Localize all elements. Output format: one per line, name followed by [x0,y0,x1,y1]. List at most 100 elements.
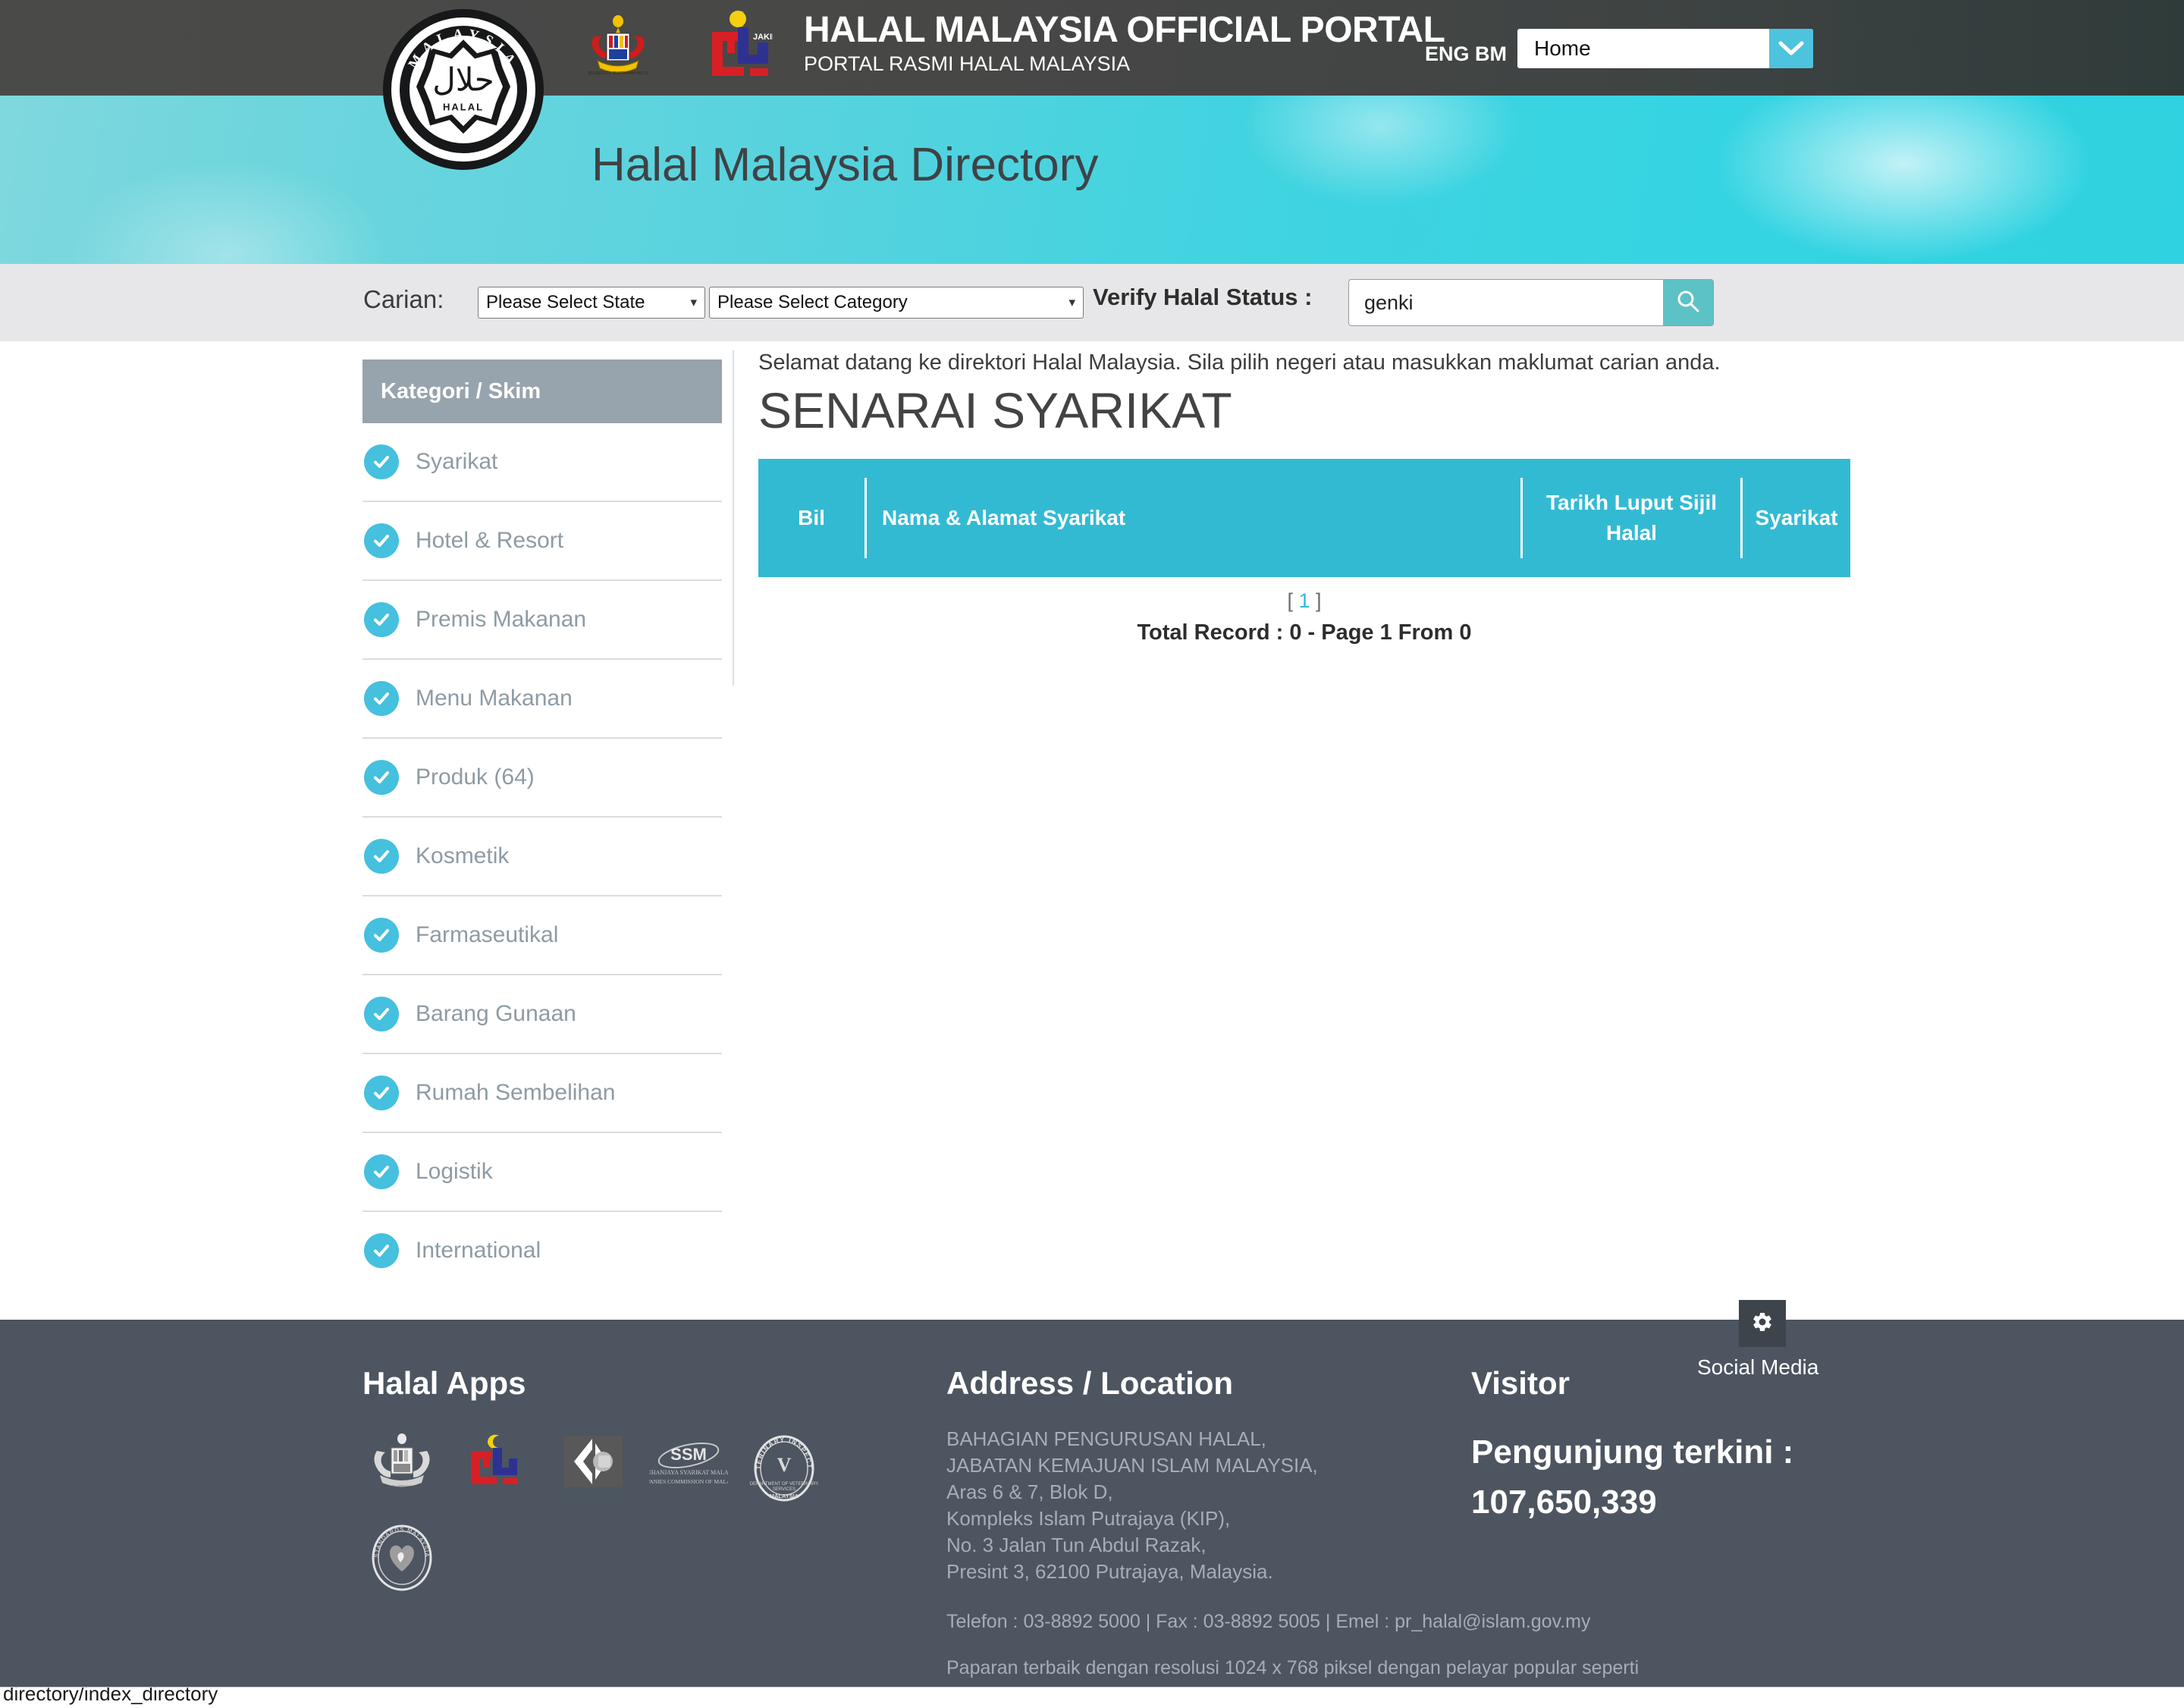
check-circle-icon [364,1233,399,1268]
standards-malaysia-logo[interactable]: STANDARDS MALAYSIA [362,1521,441,1594]
pagination: [ 1 ] [758,589,1850,613]
svg-text:JAKIM: JAKIM [753,33,773,42]
sidebar-item-logistik[interactable]: Logistik [362,1133,722,1212]
search-input[interactable] [1349,280,1663,325]
main-nav-select[interactable]: Home [1517,29,1813,68]
svg-text:BERSEKUTU BERTAMBAH MUTU: BERSEKUTU BERTAMBAH MUTU [588,71,648,76]
svg-text:MALAYSIA: MALAYSIA [770,1493,799,1499]
sidebar-item-label: Rumah Sembelihan [416,1080,616,1105]
welcome-message: Selamat datang ke direktori Halal Malays… [758,350,1721,375]
ssm-logo[interactable]: SSM SURUHANJAYA SYARIKAT MALAYSIA COMPAN… [649,1432,728,1491]
halal-mark-logo[interactable] [554,1432,632,1491]
halal-search-box [1348,279,1714,326]
address-line: Aras 6 & 7, Blok D, [946,1480,1113,1503]
visitor-label: Pengunjung terkini : [1471,1433,1794,1471]
footer-browser-text: Paparan terbaik dengan resolusi 1024 x 7… [946,1657,1640,1678]
pager-bracket-close: ] [1316,589,1322,612]
category-select[interactable]: Please Select Category ▾ [709,287,1084,319]
sidebar-item-label: International [416,1238,541,1263]
check-circle-icon [364,523,399,558]
search-toolbar [0,264,2184,341]
check-circle-icon [364,1075,399,1110]
svg-text:SURUHANJAYA SYARIKAT MALAYSIA: SURUHANJAYA SYARIKAT MALAYSIA [649,1469,728,1476]
state-select-value: Please Select State [486,292,645,312]
status-bar-url: directory/index_directory [3,1687,218,1705]
carian-label: Carian: [363,285,444,313]
content-vertical-divider [733,350,734,686]
column-header-nama-alamat: Nama & Alamat Syarikat [864,478,1520,558]
gear-icon [1751,1311,1774,1337]
sidebar-item-label: Farmaseutikal [416,922,559,947]
page-banner-title: Halal Malaysia Directory [592,139,1099,191]
sidebar-item-international[interactable]: International [362,1212,722,1289]
footer-halal-apps-heading: Halal Apps [362,1365,526,1401]
search-button[interactable] [1663,280,1713,325]
category-select-value: Please Select Category [717,292,908,312]
top-header-bar: MALAYSIA حلال HALAL BERSEKUTU BERTAMBAH … [0,0,2184,170]
footer-address-heading: Address / Location [946,1365,1234,1401]
language-switcher[interactable]: ENG BM [1425,42,1507,66]
seal-latin-text: HALAL [442,101,485,113]
footer-visitor-heading: Visitor [1471,1365,1570,1401]
page-title: SENARAI SYARIKAT [758,382,1232,438]
chevron-down-icon[interactable] [1769,29,1813,68]
sidebar-item-premis-makanan[interactable]: Premis Makanan [362,581,722,660]
sidebar-item-label: Kosmetik [416,843,510,868]
check-circle-icon [364,918,399,953]
lang-bm-link[interactable]: BM [1475,42,1507,65]
footer-address-lines: BAHAGIAN PENGURUSAN HALAL, JABATAN KEMAJU… [946,1426,1508,1585]
svg-text:V: V [777,1454,792,1476]
address-line: Presint 3, 62100 Putrajaya, Malaysia. [946,1560,1273,1583]
seal-arabic-text: حلال [432,61,494,99]
portal-title: HALAL MALAYSIA OFFICIAL PORTAL [804,10,1445,50]
check-circle-icon [364,602,399,637]
browser-status-bar: directory/index_directory [0,1687,2184,1708]
veterinary-inspected-logo[interactable]: V VETERINARY INSPECTED DEPARTMENT OF VET… [745,1432,824,1505]
visitor-count: 107,650,339 [1471,1484,1657,1521]
check-circle-icon [364,997,399,1031]
sidebar-item-produk-64[interactable]: Produk (64) [362,739,722,818]
footer-browser-line: Paparan terbaik dengan resolusi 1024 x 7… [946,1657,1639,1679]
svg-text:SSM: SSM [670,1445,707,1464]
svg-text:BERSEKUTU BERTAMBAH MUTU: BERSEKUTU BERTAMBAH MUTU [378,1484,426,1488]
pager-page-1[interactable]: 1 [1298,589,1310,612]
results-table-header: Bil Nama & Alamat Syarikat Tarikh Luput … [758,459,1850,577]
lang-eng-link[interactable]: ENG [1425,42,1470,65]
footer-visitor-column: Visitor Pengunjung terkini : 107,650,339 [1471,1365,1896,1527]
jakim-logo[interactable] [458,1432,537,1491]
check-circle-icon [364,839,399,874]
verify-halal-status-label: Verify Halal Status : [1093,284,1313,310]
jata-negara-crest-icon: BERSEKUTU BERTAMBAH MUTU [584,14,652,77]
main-nav-select-value: Home [1534,36,1591,60]
sidebar-item-syarikat[interactable]: Syarikat [362,423,722,502]
sidebar-item-kosmetik[interactable]: Kosmetik [362,818,722,896]
address-line: JABATAN KEMAJUAN ISLAM MALAYSIA, [946,1454,1318,1477]
sidebar-item-hotel-resort[interactable]: Hotel & Resort [362,502,722,581]
portal-brand: HALAL MALAYSIA OFFICIAL PORTAL PORTAL RA… [804,11,1445,76]
jakim-logo: JAKIM [709,9,779,82]
partner-logo-grid: BERSEKUTU BERTAMBAH MUTU SSM HANJAYA SYA… [362,1432,848,1594]
total-record-text: Total Record : 0 - Page 1 From 0 [1137,620,1472,645]
jata-negara-logo[interactable]: BERSEKUTU BERTAMBAH MUTU [362,1432,441,1491]
column-header-tarikh-luput: Tarikh Luput Sijil Halal [1520,478,1740,558]
sidebar-item-barang-gunaan[interactable]: Barang Gunaan [362,975,722,1054]
category-sidebar: Kategori / Skim Syarikat Hotel & Resort Pr… [362,359,722,1289]
sidebar-item-label: Syarikat [416,449,498,474]
svg-text:DEPARTMENT OF VETERINARY: DEPARTMENT OF VETERINARY [750,1482,819,1487]
sidebar-item-label: Hotel & Resort [416,528,564,553]
column-header-syarikat: Syarikat [1740,478,1850,558]
halal-malaysia-seal-logo: MALAYSIA حلال HALAL [383,9,544,170]
state-select[interactable]: Please Select State ▾ [478,287,705,319]
column-header-bil: Bil [798,506,825,529]
sidebar-item-farmaseutikal[interactable]: Farmaseutikal [362,896,722,975]
check-circle-icon [364,760,399,795]
footer-contact-line: Telefon : 03-8892 5000 | Fax : 03-8892 5… [946,1611,1591,1632]
category-list: Syarikat Hotel & Resort Premis Makanan Menu… [362,423,722,1289]
sidebar-item-label: Produk (64) [416,765,535,790]
social-media-toggle-button[interactable] [1739,1300,1786,1347]
sidebar-item-label: Barang Gunaan [416,1001,576,1026]
sidebar-item-menu-makanan[interactable]: Menu Makanan [362,660,722,739]
chevron-down-icon: ▾ [690,295,697,309]
sidebar-item-rumah-sembelihan[interactable]: Rumah Sembelihan [362,1054,722,1133]
main-panel: Selamat datang ke direktori Halal Malays… [758,350,1850,645]
